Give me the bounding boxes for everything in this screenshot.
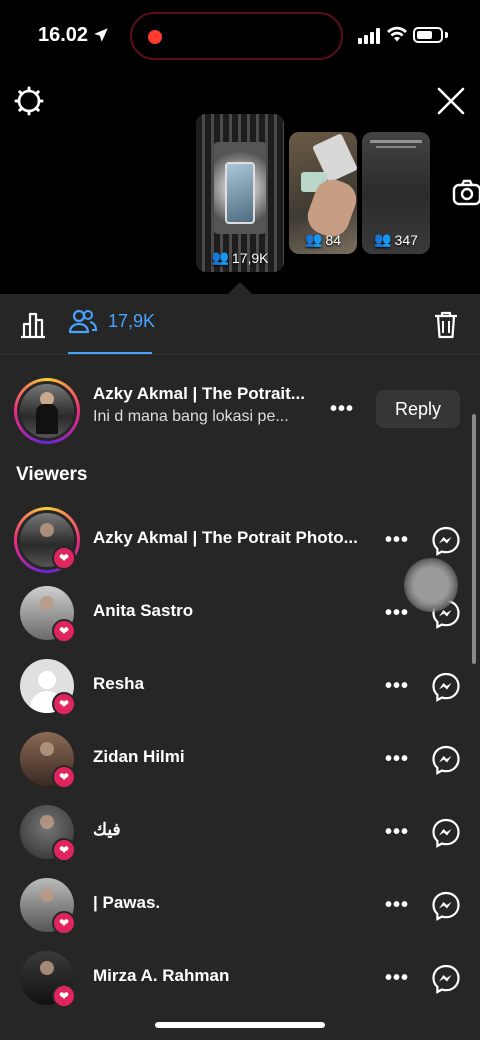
messenger-icon[interactable] bbox=[431, 818, 461, 848]
divider bbox=[0, 354, 480, 355]
viewer-name: Azky Akmal | The Potrait Photo... bbox=[93, 528, 358, 547]
messenger-icon[interactable] bbox=[431, 526, 461, 556]
reply-button[interactable]: Reply bbox=[376, 390, 460, 428]
battery-icon bbox=[413, 27, 443, 43]
camera-icon[interactable] bbox=[452, 178, 480, 208]
more-options-icon[interactable]: ••• bbox=[385, 603, 409, 623]
trash-icon[interactable] bbox=[432, 310, 460, 340]
viewers-icon: 👥 bbox=[304, 231, 323, 247]
story-view-count: 17,9K bbox=[231, 249, 269, 266]
liked-heart-icon: ❤ bbox=[52, 692, 76, 716]
home-indicator[interactable] bbox=[155, 1022, 325, 1028]
signal-icon bbox=[358, 28, 380, 44]
viewer-name: فيك bbox=[93, 820, 121, 839]
tab-viewers[interactable]: 17,9K bbox=[68, 308, 155, 334]
liked-heart-icon: ❤ bbox=[52, 619, 76, 643]
selected-story-pointer bbox=[228, 282, 252, 294]
more-options-icon[interactable]: ••• bbox=[330, 399, 354, 419]
story-view-count: 347 bbox=[394, 231, 418, 248]
more-options-icon[interactable]: ••• bbox=[385, 530, 409, 550]
more-options-icon[interactable]: ••• bbox=[385, 822, 409, 842]
more-options-icon[interactable]: ••• bbox=[385, 749, 409, 769]
story-thumbnail-3[interactable]: 👥 347 bbox=[362, 132, 430, 254]
liked-heart-icon: ❤ bbox=[52, 546, 76, 570]
reply-row[interactable]: Azky Akmal | The Potrait... Ini d mana b… bbox=[0, 376, 480, 444]
dynamic-island bbox=[130, 12, 343, 60]
liked-heart-icon: ❤ bbox=[52, 911, 76, 935]
viewers-icon: 👥 bbox=[374, 231, 392, 247]
viewer-name: | Pawas. bbox=[93, 893, 161, 912]
story-thumbnail-1[interactable]: 👥 17,9K bbox=[196, 114, 284, 272]
viewer-row[interactable]: ❤ Mirza A. Rahman ••• bbox=[0, 940, 480, 1012]
viewer-name: Mirza A. Rahman bbox=[93, 966, 230, 985]
viewers-count: 17,9K bbox=[108, 310, 156, 331]
viewers-people-icon bbox=[68, 309, 98, 334]
settings-gear-icon[interactable] bbox=[14, 86, 44, 116]
reply-message: Ini d mana bang lokasi pe... bbox=[93, 408, 289, 425]
more-options-icon[interactable]: ••• bbox=[385, 968, 409, 988]
close-icon[interactable] bbox=[436, 86, 466, 116]
viewer-row[interactable]: ❤ Azky Akmal | The Potrait Photo... ••• bbox=[0, 502, 480, 574]
viewer-name: Resha bbox=[93, 674, 145, 693]
viewers-sheet: 17,9K Azky Akmal | The Potrait... Ini d … bbox=[0, 294, 480, 1040]
clock: 16.02 bbox=[38, 24, 89, 46]
more-options-icon[interactable]: ••• bbox=[385, 895, 409, 915]
viewers-icon: 👥 bbox=[211, 249, 229, 265]
reply-author-name: Azky Akmal | The Potrait... bbox=[93, 384, 305, 403]
sheet-tabs: 17,9K bbox=[0, 294, 480, 354]
liked-heart-icon: ❤ bbox=[52, 838, 76, 862]
viewer-row[interactable]: ❤ فيك ••• bbox=[0, 794, 480, 866]
touch-indicator bbox=[404, 558, 458, 612]
status-bar: 16.02 bbox=[0, 0, 480, 72]
more-options-icon[interactable]: ••• bbox=[385, 676, 409, 696]
viewer-name: Zidan Hilmi bbox=[93, 747, 185, 766]
avatar bbox=[20, 384, 74, 438]
liked-heart-icon: ❤ bbox=[52, 984, 76, 1008]
viewers-heading: Viewers bbox=[16, 464, 88, 485]
messenger-icon[interactable] bbox=[431, 672, 461, 702]
story-thumbnail-2[interactable]: 👥 84 bbox=[289, 132, 357, 254]
phone-image bbox=[225, 162, 255, 224]
messenger-icon[interactable] bbox=[431, 964, 461, 994]
wifi-icon bbox=[387, 26, 407, 42]
viewer-row[interactable]: ❤ | Pawas. ••• bbox=[0, 867, 480, 939]
viewer-name: Anita Sastro bbox=[93, 601, 194, 620]
location-arrow-icon bbox=[94, 28, 108, 42]
viewer-row[interactable]: ❤ Resha ••• bbox=[0, 648, 480, 720]
story-view-count: 84 bbox=[325, 231, 341, 248]
messenger-icon[interactable] bbox=[431, 745, 461, 775]
messenger-icon[interactable] bbox=[431, 891, 461, 921]
recording-dot-icon bbox=[148, 30, 162, 44]
insights-bar-chart-icon[interactable] bbox=[18, 310, 48, 340]
viewer-row[interactable]: ❤ Zidan Hilmi ••• bbox=[0, 721, 480, 793]
liked-heart-icon: ❤ bbox=[52, 765, 76, 789]
